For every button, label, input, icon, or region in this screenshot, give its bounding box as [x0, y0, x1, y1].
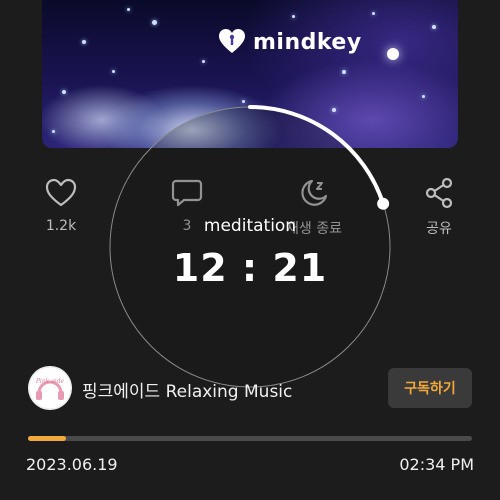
timer-ring-handle: [377, 197, 390, 210]
brand-logo: mindkey: [218, 28, 362, 56]
star: [372, 12, 375, 15]
clock-time: 02:34 PM: [399, 455, 474, 474]
star: [387, 48, 399, 60]
star: [112, 70, 115, 73]
subscribe-button[interactable]: 구독하기: [388, 368, 472, 408]
timer-value: 12 : 21: [172, 246, 328, 290]
star: [292, 15, 295, 18]
star: [52, 130, 55, 133]
channel-name[interactable]: 핑크에이드 Relaxing Music: [82, 377, 292, 402]
brand-name: mindkey: [253, 29, 362, 55]
star: [202, 60, 205, 63]
playback-progress-fill: [28, 436, 66, 441]
avatar[interactable]: Pink aide: [28, 366, 72, 410]
heart-keyhole-icon: [218, 28, 246, 56]
star: [432, 25, 436, 29]
star: [62, 90, 66, 94]
star: [242, 100, 245, 103]
star: [127, 8, 130, 11]
heart-icon: [26, 176, 96, 210]
channel-row: Pink aide 핑크에이드 Relaxing Music 구독하기: [28, 366, 472, 410]
playback-progress-bar[interactable]: [28, 436, 472, 441]
share-icon: [404, 176, 474, 210]
star: [342, 70, 346, 74]
star: [152, 20, 157, 25]
post-date: 2023.06.19: [26, 455, 118, 474]
star: [422, 95, 425, 98]
star: [82, 40, 86, 44]
timer-label: meditation: [203, 216, 297, 236]
svg-text:Pink aide: Pink aide: [35, 378, 65, 385]
